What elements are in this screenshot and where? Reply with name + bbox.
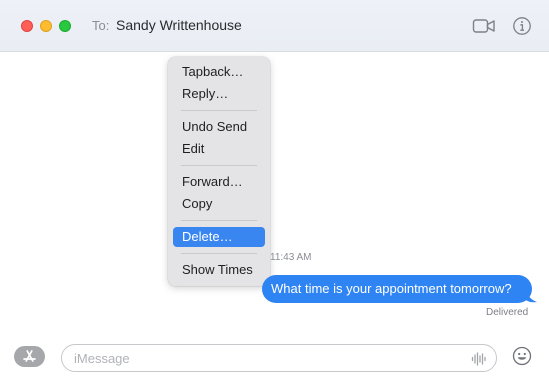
apps-button[interactable]	[14, 346, 45, 367]
recipient-name[interactable]: Sandy Writtenhouse	[116, 17, 242, 33]
menu-separator	[181, 220, 257, 221]
menu-separator	[181, 165, 257, 166]
sent-message-bubble[interactable]: What time is your appointment tomorrow?	[262, 275, 532, 303]
close-window-button[interactable]	[21, 20, 33, 32]
message-input[interactable]: iMessage	[61, 344, 497, 372]
menu-item-show-times[interactable]: Show Times	[173, 260, 265, 280]
audio-waveform-icon[interactable]	[471, 351, 487, 367]
recipient-prefix: To:	[92, 18, 110, 33]
delivery-status: Delivered	[486, 307, 529, 318]
menu-item-delete[interactable]: Delete…	[173, 227, 265, 247]
menu-item-tapback[interactable]: Tapback…	[173, 62, 265, 82]
emoji-icon[interactable]	[512, 346, 532, 366]
message-timestamp: 11:43 AM	[270, 252, 312, 263]
menu-item-reply[interactable]: Reply…	[173, 84, 265, 104]
menu-item-copy[interactable]: Copy	[173, 194, 265, 214]
messages-window: To: Sandy Writtenhouse Tapback… Reply… U…	[0, 0, 549, 387]
app-store-icon	[23, 350, 36, 362]
menu-separator	[181, 110, 257, 111]
menu-separator	[181, 253, 257, 254]
minimize-window-button[interactable]	[40, 20, 52, 32]
info-icon[interactable]	[512, 16, 532, 36]
message-context-menu: Tapback… Reply… Undo Send Edit Forward… …	[168, 57, 270, 286]
message-input-placeholder: iMessage	[74, 351, 130, 366]
video-camera-icon[interactable]	[472, 17, 496, 35]
menu-item-forward[interactable]: Forward…	[173, 172, 265, 192]
menu-item-undo-send[interactable]: Undo Send	[173, 117, 265, 137]
title-bar: To: Sandy Writtenhouse	[0, 0, 549, 52]
menu-item-edit[interactable]: Edit	[173, 139, 265, 159]
zoom-window-button[interactable]	[59, 20, 71, 32]
